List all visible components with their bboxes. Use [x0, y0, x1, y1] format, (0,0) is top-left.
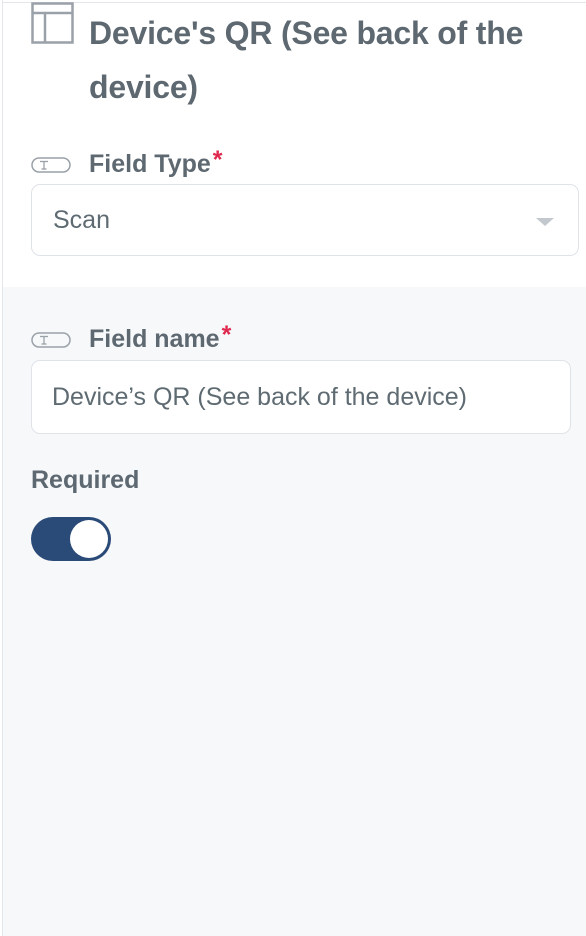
required-toggle[interactable] — [31, 517, 111, 561]
required-asterisk: * — [212, 146, 223, 174]
required-asterisk: * — [221, 321, 232, 349]
toggle-knob — [70, 520, 108, 558]
layout-panel-icon — [31, 2, 74, 44]
field-type-select[interactable]: Scan — [31, 184, 579, 256]
field-title: Device's QR (See back of the device) — [89, 6, 523, 114]
field-type-selected-value: Scan — [53, 206, 110, 234]
field-title-line-2: device) — [89, 69, 198, 105]
field-header: Device's QR (See back of the device) — [31, 2, 581, 114]
field-name-label: Field name* — [89, 321, 232, 353]
text-field-icon — [31, 331, 71, 348]
required-label: Required — [31, 466, 140, 494]
field-title-line-1: Device's QR (See back of the — [89, 15, 524, 51]
field-type-label: Field Type* — [89, 146, 223, 178]
field-name-input[interactable] — [31, 360, 571, 434]
field-type-label-row: Field Type* — [31, 146, 223, 179]
chevron-down-icon — [536, 218, 554, 226]
text-field-icon — [31, 156, 71, 173]
field-name-label-row: Field name* — [31, 321, 232, 354]
